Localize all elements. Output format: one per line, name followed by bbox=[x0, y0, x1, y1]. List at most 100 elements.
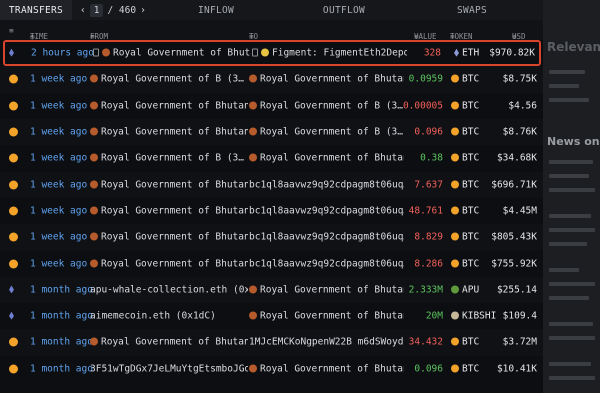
table-row[interactable]: 1 week ago Royal Government of Bhutan (Dr… bbox=[0, 198, 543, 224]
page-number[interactable]: 1 bbox=[89, 3, 104, 17]
from-entity[interactable]: Royal Government of B (3… (+3) bbox=[90, 153, 248, 164]
token-cell[interactable]: BTC bbox=[451, 337, 479, 348]
from-entity[interactable]: Royal Government of Bhutan (Dr bbox=[90, 127, 248, 138]
token-cell[interactable]: APU bbox=[451, 284, 479, 295]
from-entity[interactable]: Royal Government of Bhutan (Dr bbox=[90, 258, 248, 269]
next-page-icon[interactable]: › bbox=[140, 5, 146, 16]
token-symbol: ETH bbox=[462, 47, 480, 59]
to-entity[interactable]: Royal Government of Bhutan (Dr bbox=[249, 363, 404, 374]
tab-swaps[interactable]: SWAPS bbox=[408, 0, 536, 20]
token-cell[interactable]: BTC bbox=[451, 258, 479, 269]
token-cell[interactable]: BTC bbox=[451, 127, 479, 138]
transfer-time[interactable]: 1 month ago bbox=[30, 363, 93, 374]
tab-inflow[interactable]: INFLOW bbox=[152, 0, 280, 20]
token-cell[interactable]: BTC bbox=[451, 363, 479, 374]
from-entity[interactable]: Royal Government of Bhutan ( bbox=[93, 48, 251, 59]
table-row[interactable]: 1 week ago Royal Government of Bhutan (Dr… bbox=[0, 171, 543, 198]
token-cell[interactable]: BTC bbox=[451, 232, 479, 243]
to-label: Royal Government of Bhutan (Dr bbox=[260, 363, 404, 375]
tab-inflow-label: INFLOW bbox=[197, 4, 235, 16]
table-row[interactable]: 1 week ago Royal Government of Bhutan (Dr… bbox=[0, 250, 543, 276]
token-symbol: BTC bbox=[462, 126, 480, 138]
transfer-time[interactable]: 1 week ago bbox=[30, 74, 87, 85]
to-entity[interactable]: 1MJcEMCKoNgpenW22B m6dSWoydy… (+1) bbox=[249, 337, 404, 348]
to-entity[interactable]: Royal Government of B (3… (+1) bbox=[249, 100, 404, 111]
btc-icon bbox=[451, 153, 459, 162]
from-entity[interactable]: Royal Government of Bhutan (Dr bbox=[90, 179, 248, 190]
to-entity[interactable]: bc1ql8aavwz9q92cdpagm8t06uq… (+1) bbox=[249, 179, 404, 190]
table-row[interactable]: 1 week ago Royal Government of Bhutan (Dr… bbox=[0, 118, 543, 146]
chain-icon bbox=[9, 232, 18, 242]
side-placeholder-line bbox=[549, 268, 579, 272]
table-row[interactable]: 1 month agoapu-whale-collection.eth (0x5… bbox=[0, 276, 543, 303]
copy-icon[interactable] bbox=[252, 48, 258, 57]
from-entity[interactable]: Royal Government of Bhutan (Dr bbox=[90, 232, 248, 243]
transfer-time[interactable]: 2 hours ago bbox=[31, 48, 94, 59]
table-row[interactable]: 1 month ago3F51wTgDGx7JeLMuYtgEtsmboJGoQ… bbox=[0, 356, 543, 382]
table-row[interactable]: 1 week agoRoyal Government of B (3… (+3)… bbox=[0, 145, 543, 171]
from-entity[interactable]: apu-whale-collection.eth (0x588) bbox=[90, 284, 248, 295]
tab-outflow[interactable]: OUTFLOW bbox=[280, 0, 408, 20]
transfer-time[interactable]: 1 month ago bbox=[30, 284, 93, 295]
transfer-time[interactable]: 1 week ago bbox=[30, 100, 87, 111]
transfer-time[interactable]: 1 month ago bbox=[30, 337, 93, 348]
table-row[interactable]: 1 week ago Royal Government of Bhutan (Dr… bbox=[0, 224, 543, 251]
chain-icon bbox=[9, 337, 18, 347]
token-cell[interactable]: BTC bbox=[451, 153, 479, 164]
prev-page-icon[interactable]: ‹ bbox=[80, 5, 86, 16]
token-cell[interactable]: KIBSHI bbox=[451, 311, 496, 322]
token-cell[interactable]: ETH bbox=[454, 48, 479, 59]
from-entity[interactable]: 3F51wTgDGx7JeLMuYtgEtsmboJGoQM4… bbox=[90, 363, 248, 374]
token-cell[interactable]: BTC bbox=[451, 74, 479, 85]
from-entity[interactable]: aimemecoin.eth (0x1dC) bbox=[90, 311, 248, 322]
to-entity[interactable]: bc1ql8aavwz9q92cdpagm8t06uq… (+1) bbox=[249, 258, 404, 269]
side-placeholder-line bbox=[549, 84, 579, 88]
from-label: Royal Government of Bhutan (Dr bbox=[101, 126, 248, 138]
to-label: bc1ql8aavwz9q92cdpagm8t06uq… bbox=[249, 258, 404, 270]
table-row[interactable]: 1 week agoRoyal Government of B (3… (+1)… bbox=[0, 66, 543, 93]
entity-avatar bbox=[249, 153, 257, 162]
to-entity[interactable]: Royal Government of Bhutan (Dr bbox=[249, 284, 404, 295]
tab-transfers[interactable]: TRANSFERS bbox=[0, 0, 72, 20]
table-row[interactable]: 1 week ago Royal Government of Bhutan (Dr… bbox=[0, 93, 543, 119]
entity-avatar bbox=[90, 337, 98, 346]
transfer-time[interactable]: 1 week ago bbox=[30, 179, 87, 190]
to-entity[interactable]: Figment: FigmentEth2Deposi… bbox=[252, 48, 407, 59]
to-entity[interactable]: Royal Government of Bhutan (Dr bbox=[249, 153, 404, 164]
token-symbol: BTC bbox=[462, 152, 480, 164]
to-label: Royal Government of B (3… bbox=[260, 126, 403, 138]
transfer-value: 0.0959 bbox=[408, 73, 443, 85]
to-entity[interactable]: Royal Government of Bhutan (Dr bbox=[249, 74, 404, 85]
transfer-time[interactable]: 1 week ago bbox=[30, 205, 87, 216]
tab-outflow-label: OUTFLOW bbox=[322, 4, 366, 16]
to-label: Royal Government of Bhutan (Dr bbox=[260, 284, 404, 296]
transfer-time[interactable]: 1 week ago bbox=[30, 258, 87, 269]
table-row[interactable]: 1 month ago aimemecoin.eth (0x1dC) Royal G… bbox=[0, 303, 543, 329]
to-entity[interactable]: bc1ql8aavwz9q92cdpagm8t06uq… (+1) bbox=[249, 232, 404, 243]
transfer-value: 0.00005 bbox=[402, 100, 443, 112]
token-cell[interactable]: BTC bbox=[451, 100, 479, 111]
apu-icon bbox=[451, 285, 459, 294]
transfer-time[interactable]: 1 week ago bbox=[30, 232, 87, 243]
btc-icon bbox=[451, 127, 459, 136]
to-entity[interactable]: Royal Government of Bhutan (Dr bbox=[249, 311, 404, 322]
copy-icon[interactable] bbox=[93, 48, 99, 57]
from-entity[interactable]: Royal Government of Bhutan (Dr bbox=[90, 337, 248, 348]
eth-icon bbox=[454, 48, 459, 57]
kibshi-icon bbox=[451, 311, 459, 320]
to-entity[interactable]: bc1ql8aavwz9q92cdpagm8t06uq… (+1) bbox=[249, 205, 404, 216]
transfer-time[interactable]: 1 week ago bbox=[30, 153, 87, 164]
token-cell[interactable]: BTC bbox=[451, 205, 479, 216]
token-cell[interactable]: BTC bbox=[451, 179, 479, 190]
from-entity[interactable]: Royal Government of B (3… (+1) bbox=[90, 74, 248, 85]
to-entity[interactable]: Royal Government of B (3… (+1) bbox=[249, 127, 404, 138]
transfer-time[interactable]: 1 week ago bbox=[30, 127, 87, 138]
table-row[interactable]: 2 hours ago Royal Government of Bhutan (F… bbox=[3, 40, 541, 67]
transfer-time[interactable]: 1 month ago bbox=[30, 311, 93, 322]
transfer-value: 8.286 bbox=[414, 258, 443, 270]
filter-icon[interactable]: ≡ bbox=[9, 26, 14, 35]
from-entity[interactable]: Royal Government of Bhutan (Dr bbox=[90, 100, 248, 111]
table-row[interactable]: 1 month ago Royal Government of Bhutan (D… bbox=[0, 329, 543, 356]
from-entity[interactable]: Royal Government of Bhutan (Dr bbox=[90, 205, 248, 216]
from-label: 3F51wTgDGx7JeLMuYtgEtsmboJGoQM4… bbox=[90, 363, 248, 375]
